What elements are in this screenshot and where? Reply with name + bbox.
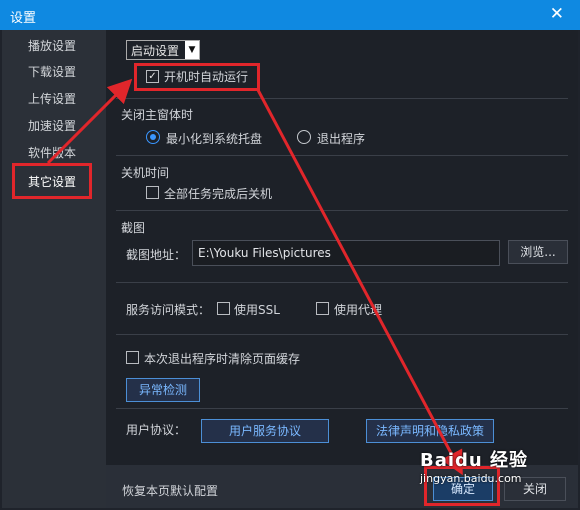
watermark-logo: Baidu 经验 jingyan.baidu.com: [420, 446, 528, 485]
arrow-sidebar-to-checkbox: [46, 78, 133, 165]
watermark-text: Baidu 经验: [420, 450, 529, 471]
annotation-arrows: [46, 78, 463, 476]
arrow-checkbox-to-ok: [256, 89, 463, 476]
watermark-url: jingyan.baidu.com: [420, 472, 522, 485]
